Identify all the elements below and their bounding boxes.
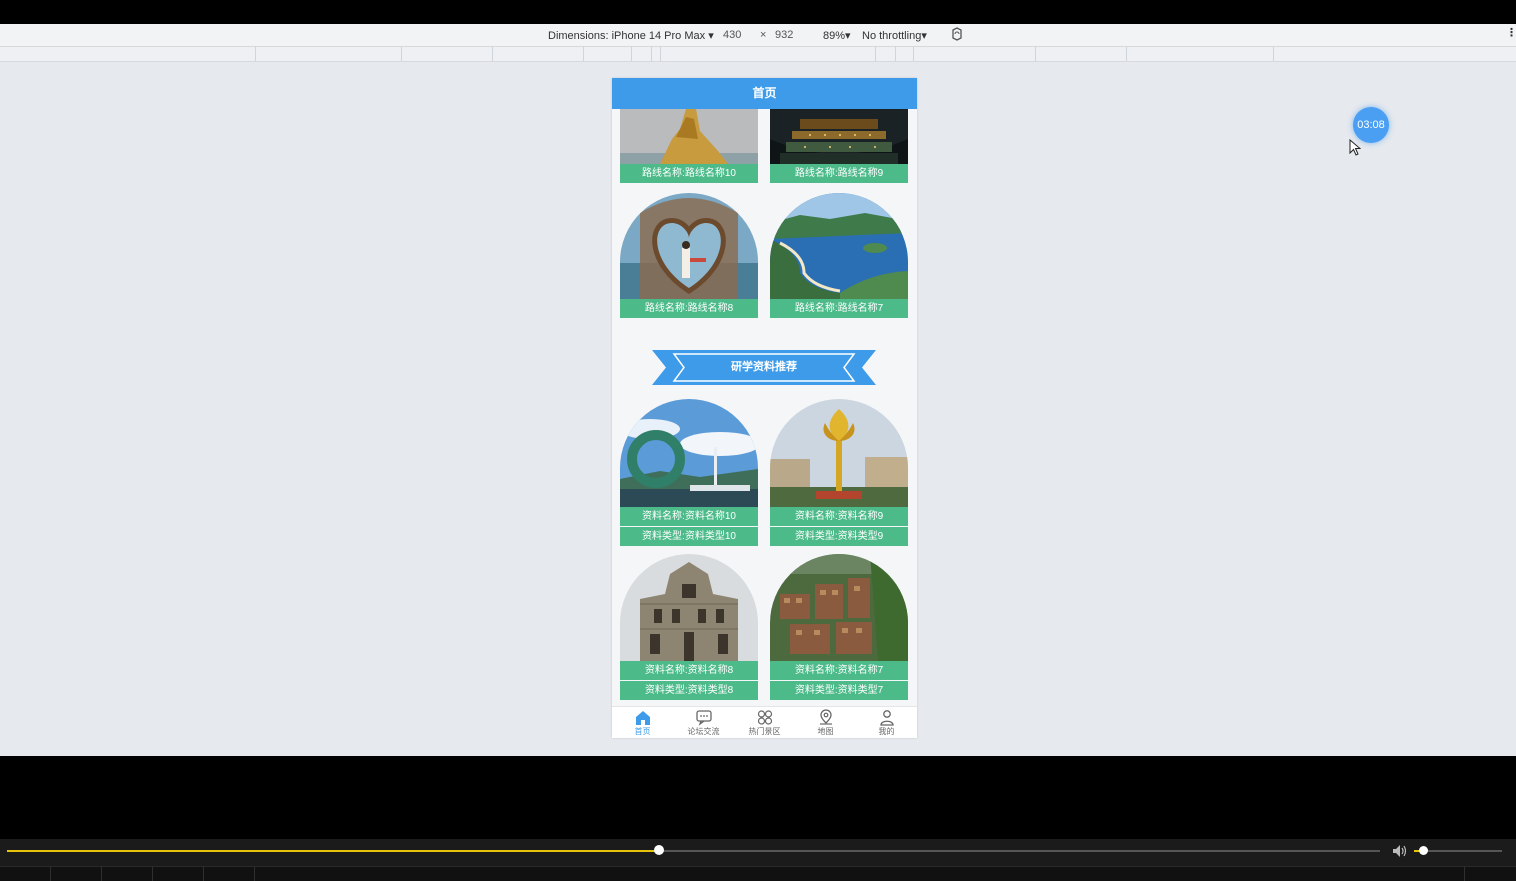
material-name: 资料名称:资料名称7 <box>770 661 908 680</box>
throttling-label: No throttling <box>862 30 922 42</box>
home-icon <box>635 711 650 725</box>
route-image <box>770 109 908 164</box>
material-image <box>770 554 908 661</box>
section-title: 研学资料推荐 <box>731 361 797 373</box>
route-image <box>620 193 758 299</box>
grid-icon <box>757 710 772 725</box>
page-title: 首页 <box>612 78 917 109</box>
top-black-bar <box>0 0 1516 24</box>
tab-label: 我的 <box>878 727 895 736</box>
tab-label: 首页 <box>634 727 651 736</box>
volume-icon[interactable] <box>1392 844 1408 863</box>
material-name: 资料名称:资料名称8 <box>620 661 758 680</box>
tab-label: 论坛交流 <box>687 727 720 736</box>
device-toolbar: Dimensions: iPhone 14 Pro Max ▾ 430 × 93… <box>0 24 1516 47</box>
material-image <box>770 399 908 507</box>
width-input[interactable]: 430 <box>723 29 741 41</box>
tab-map[interactable]: 地图 <box>795 709 856 737</box>
route-card[interactable]: 路线名称:路线名称8 <box>620 193 758 320</box>
recording-timer[interactable]: 03:08 <box>1353 107 1389 143</box>
rotate-icon[interactable] <box>950 27 964 44</box>
progress-handle[interactable] <box>654 845 665 855</box>
media-query-ruler <box>0 47 1516 62</box>
route-image <box>770 193 908 299</box>
tab-profile[interactable]: 我的 <box>856 709 917 737</box>
height-input[interactable]: 932 <box>775 29 793 41</box>
mouse-cursor-icon <box>1349 138 1362 162</box>
phone-viewport: 首页 路线名称:路线名称10 路线名称:路线名称9 路线名称:路线名称8 路线名… <box>612 78 917 738</box>
route-card[interactable]: 路线名称:路线名称7 <box>770 193 908 320</box>
material-name: 资料名称:资料名称10 <box>620 507 758 526</box>
zoom-label: 89% <box>823 30 846 42</box>
route-card[interactable]: 路线名称:路线名称10 <box>620 109 758 186</box>
route-name: 路线名称:路线名称10 <box>620 164 758 183</box>
throttling-dropdown[interactable]: No throttling▾ <box>862 29 927 42</box>
more-options-icon[interactable]: ⋮ <box>1506 26 1516 39</box>
dimensions-dropdown[interactable]: Dimensions: iPhone 14 Pro Max ▾ <box>548 29 714 42</box>
route-name: 路线名称:路线名称7 <box>770 299 908 318</box>
route-image <box>620 109 758 164</box>
material-card[interactable]: 资料名称:资料名称8 资料类型:资料类型8 <box>620 554 758 702</box>
progress-fill <box>7 850 660 852</box>
material-image <box>620 554 758 661</box>
user-icon <box>879 710 894 726</box>
material-type: 资料类型:资料类型8 <box>620 681 758 700</box>
map-pin-icon <box>819 709 832 725</box>
material-name: 资料名称:资料名称9 <box>770 507 908 526</box>
dimensions-label: Dimensions: iPhone 14 Pro Max <box>548 30 706 42</box>
times-sign: × <box>760 29 767 41</box>
volume-handle[interactable] <box>1418 846 1428 855</box>
material-card[interactable]: 资料名称:资料名称10 资料类型:资料类型10 <box>620 399 758 547</box>
material-card[interactable]: 资料名称:资料名称9 资料类型:资料类型9 <box>770 399 908 547</box>
zoom-dropdown[interactable]: 89%▾ <box>823 29 851 42</box>
material-type: 资料类型:资料类型7 <box>770 681 908 700</box>
bottom-tab-bar: 首页 论坛交流 热门景区 地图 我的 <box>612 706 917 738</box>
material-card[interactable]: 资料名称:资料名称7 资料类型:资料类型7 <box>770 554 908 702</box>
material-image <box>620 399 758 507</box>
section-banner: 研学资料推荐 <box>652 350 876 385</box>
route-name: 路线名称:路线名称9 <box>770 164 908 183</box>
tab-label: 热门景区 <box>748 727 781 736</box>
route-card[interactable]: 路线名称:路线名称9 <box>770 109 908 186</box>
tab-forum[interactable]: 论坛交流 <box>673 709 734 737</box>
chat-icon <box>695 710 712 726</box>
tab-label: 地图 <box>817 727 834 736</box>
tab-scenic[interactable]: 热门景区 <box>734 709 795 737</box>
material-type: 资料类型:资料类型9 <box>770 527 908 546</box>
route-name: 路线名称:路线名称8 <box>620 299 758 318</box>
taskbar-strip <box>0 866 1516 881</box>
material-type: 资料类型:资料类型10 <box>620 527 758 546</box>
letterbox-bottom <box>0 756 1516 839</box>
tab-home[interactable]: 首页 <box>612 709 673 737</box>
